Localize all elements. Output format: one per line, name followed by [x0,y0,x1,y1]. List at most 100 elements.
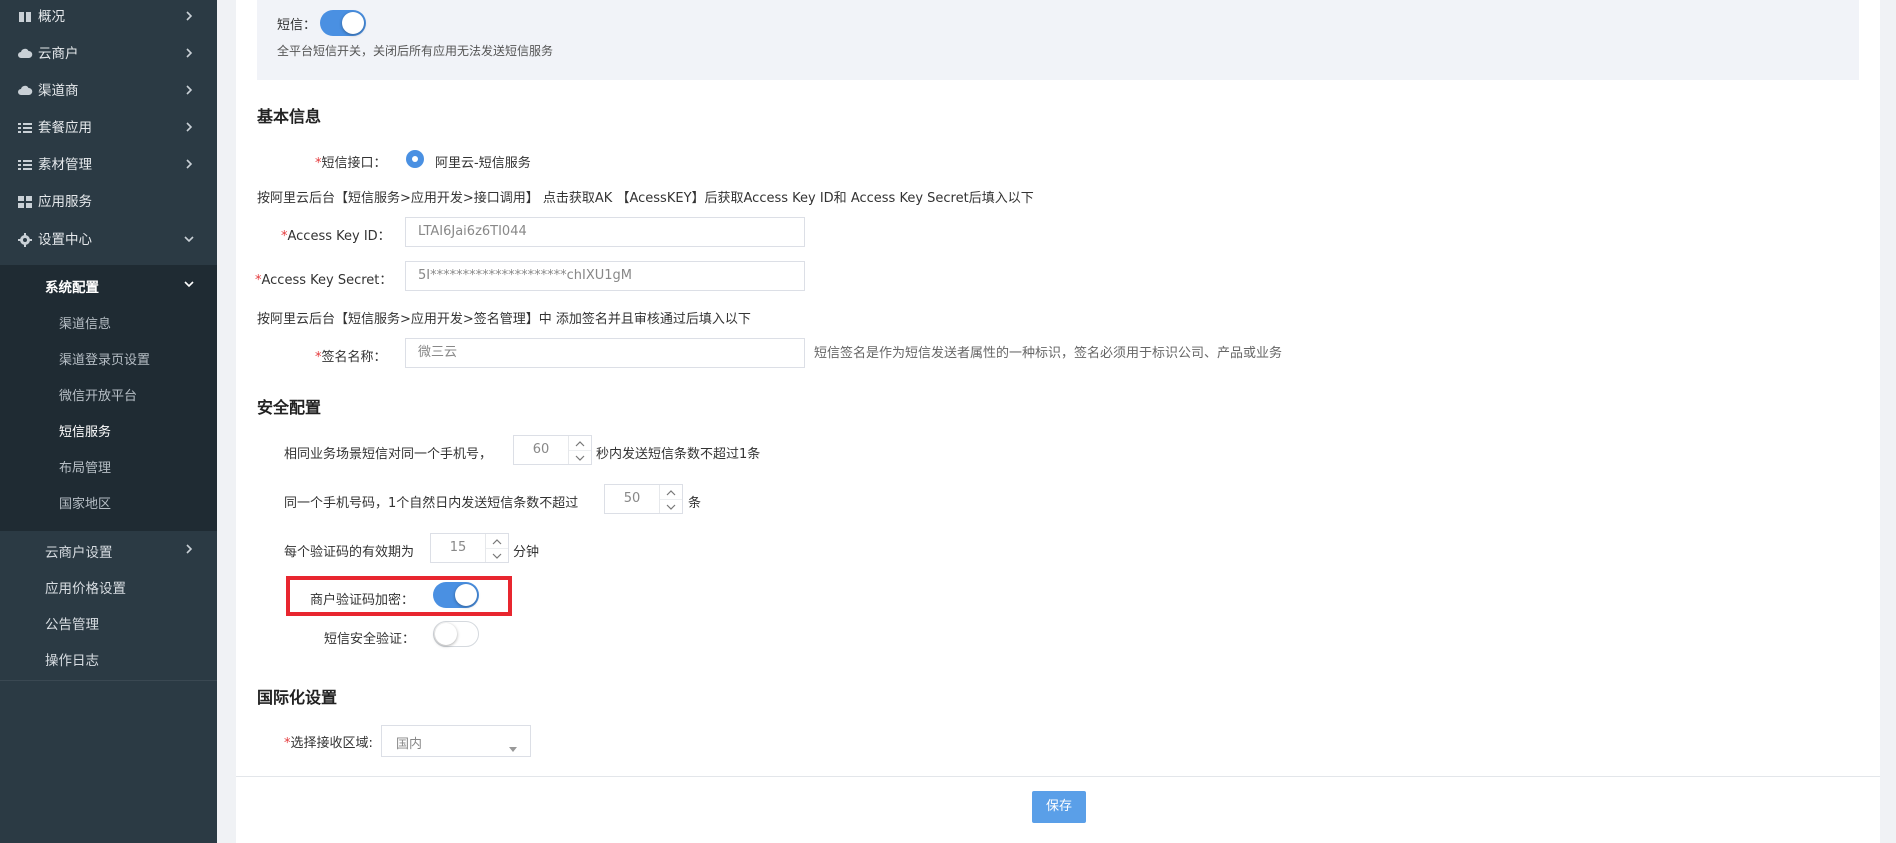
sms-master-toggle[interactable] [320,10,366,36]
rule2-stepper[interactable]: 50 [604,484,683,514]
rule2-suffix: 条 [688,496,702,511]
sidebar-item-overview[interactable]: 概况 [0,0,217,37]
sidebar-item-operation-log[interactable]: 操作日志 [0,639,217,675]
sms-interface-label: *短信接口： [315,152,387,171]
caret-down-icon [508,738,518,757]
sidebar-subitem-label: 布局管理 [59,461,112,476]
rule1-suffix: 秒内发送短信条数不超过1条 [596,447,761,462]
signature-name-input[interactable]: 微三云 [405,338,805,368]
list-icon [17,120,33,136]
instruction-access-key: 按阿里云后台【短信服务>应用开发>接口调用】 点击获取AK 【AcessKEY】… [257,191,1034,206]
sidebar-subitem-label: 渠道登录页设置 [59,353,151,368]
stepper-spin [659,485,682,513]
instruction-signature: 按阿里云后台【短信服务>应用开发>签名管理】中 添加签名并且审核通过后填入以下 [257,312,751,327]
sidebar-subitem-regions[interactable]: 国家地区 [0,487,217,523]
sidebar-subitem-channel-info[interactable]: 渠道信息 [0,307,217,343]
rule2-prefix: 同一个手机号码，1个自然日内发送短信条数不超过 [284,496,579,511]
sidebar-subitem-label: 微信开放平台 [59,389,138,404]
rule1-prefix: 相同业务场景短信对同一个手机号， [284,447,493,462]
book-icon [17,9,33,25]
rule1-value: 60 [532,442,550,457]
chevron-down-icon [183,278,195,294]
signature-name-label: *签名名称： [315,346,387,365]
sms-interface-option: 阿里云-短信服务 [435,156,531,171]
sidebar-divider [0,680,217,681]
sidebar-group-system-config[interactable]: 系统配置 [0,266,217,302]
rule2-value: 50 [623,491,641,506]
sidebar-item-label: 公告管理 [45,617,99,633]
access-key-secret-label-text: Access Key Secret： [261,273,393,288]
sidebar-item-label: 云商户 [38,46,79,62]
rule1-stepper[interactable]: 60 [513,435,592,465]
sms-security-verify-toggle[interactable] [433,621,479,647]
chevron-down-icon [183,233,195,245]
region-label-text: 选择接收区域: [290,736,373,751]
section-title-basic: 基本信息 [257,107,322,126]
chevron-right-icon [183,84,195,96]
sidebar-item-cloud-merchant[interactable]: 云商户 [0,37,217,74]
sms-switch-label: 短信： [277,18,317,33]
stepper-up-icon[interactable] [486,534,508,549]
chevron-right-icon [183,158,195,170]
stepper-down-icon[interactable] [660,499,682,513]
stepper-spin [568,436,591,464]
access-key-secret-input[interactable]: 5I*********************chIXU1gM [405,261,805,291]
sidebar-item-label: 概况 [38,9,65,25]
sidebar-item-merchant-settings[interactable]: 云商户设置 [0,531,217,567]
encrypt-code-toggle[interactable] [433,582,479,608]
sidebar-subitem-layout[interactable]: 布局管理 [0,451,217,487]
region-select[interactable]: 国内 [381,725,531,757]
section-title-i18n: 国际化设置 [257,688,338,707]
stepper-down-icon[interactable] [486,548,508,562]
sidebar-subitem-wechat-open[interactable]: 微信开放平台 [0,379,217,415]
stepper-up-icon[interactable] [569,436,591,451]
region-label: *选择接收区域: [284,732,373,751]
access-key-id-input[interactable]: LTAI6Jai6z6TI044 [405,217,805,247]
stepper-up-icon[interactable] [660,485,682,500]
gear-icon [17,232,33,248]
chevron-right-icon [183,10,195,22]
sidebar-item-settings-center[interactable]: 设置中心 [0,223,217,260]
cloud-icon [17,46,33,62]
stepper-spin [485,534,508,562]
sms-security-verify-label: 短信安全验证： [324,632,416,647]
sidebar-item-label: 操作日志 [45,653,99,669]
sidebar-item-label: 套餐应用 [38,120,92,136]
sidebar-item-label: 云商户设置 [45,545,113,561]
chevron-right-icon [183,543,195,559]
sidebar-subitem-label: 短信服务 [59,425,112,440]
rule3-stepper[interactable]: 15 [430,533,509,563]
access-key-id-label-text: Access Key ID： [287,229,391,244]
stepper-down-icon[interactable] [569,450,591,464]
cloud-icon [17,83,33,99]
sidebar-item-announcements[interactable]: 公告管理 [0,603,217,639]
sidebar-item-app-pricing[interactable]: 应用价格设置 [0,567,217,603]
rule3-prefix: 每个验证码的有效期为 [284,545,415,560]
sidebar-item-app-services[interactable]: 应用服务 [0,185,217,222]
chevron-right-icon [183,47,195,59]
radio-dot [412,156,418,162]
sidebar-item-package-apps[interactable]: 套餐应用 [0,111,217,148]
sidebar-item-label: 设置中心 [38,232,92,248]
sidebar-subitem-label: 渠道信息 [59,317,112,332]
region-select-value: 国内 [396,737,423,752]
sidebar-item-label: 素材管理 [38,157,92,173]
signature-name-label-text: 签名名称： [321,350,387,365]
footer-divider [236,776,1880,777]
sidebar-subitem-login-page[interactable]: 渠道登录页设置 [0,343,217,379]
chevron-right-icon [183,121,195,133]
sms-switch-hint: 全平台短信开关，关闭后所有应用无法发送短信服务 [277,44,554,58]
list-icon [17,157,33,173]
sidebar-item-channel[interactable]: 渠道商 [0,74,217,111]
toggle-knob [435,623,457,645]
toggle-knob [342,12,364,34]
access-key-id-label: *Access Key ID： [281,225,391,244]
rule3-value: 15 [449,540,467,555]
sidebar-subitem-sms-service[interactable]: 短信服务 [0,415,217,451]
encrypt-code-label: 商户验证码加密： [310,593,415,608]
sms-interface-radio[interactable] [406,150,424,168]
grid-icon [17,194,33,210]
sidebar-item-materials[interactable]: 素材管理 [0,148,217,185]
signature-hint: 短信签名是作为短信发送者属性的一种标识，签名必须用于标识公司、产品或业务 [814,346,1283,361]
save-button[interactable]: 保存 [1032,791,1086,823]
